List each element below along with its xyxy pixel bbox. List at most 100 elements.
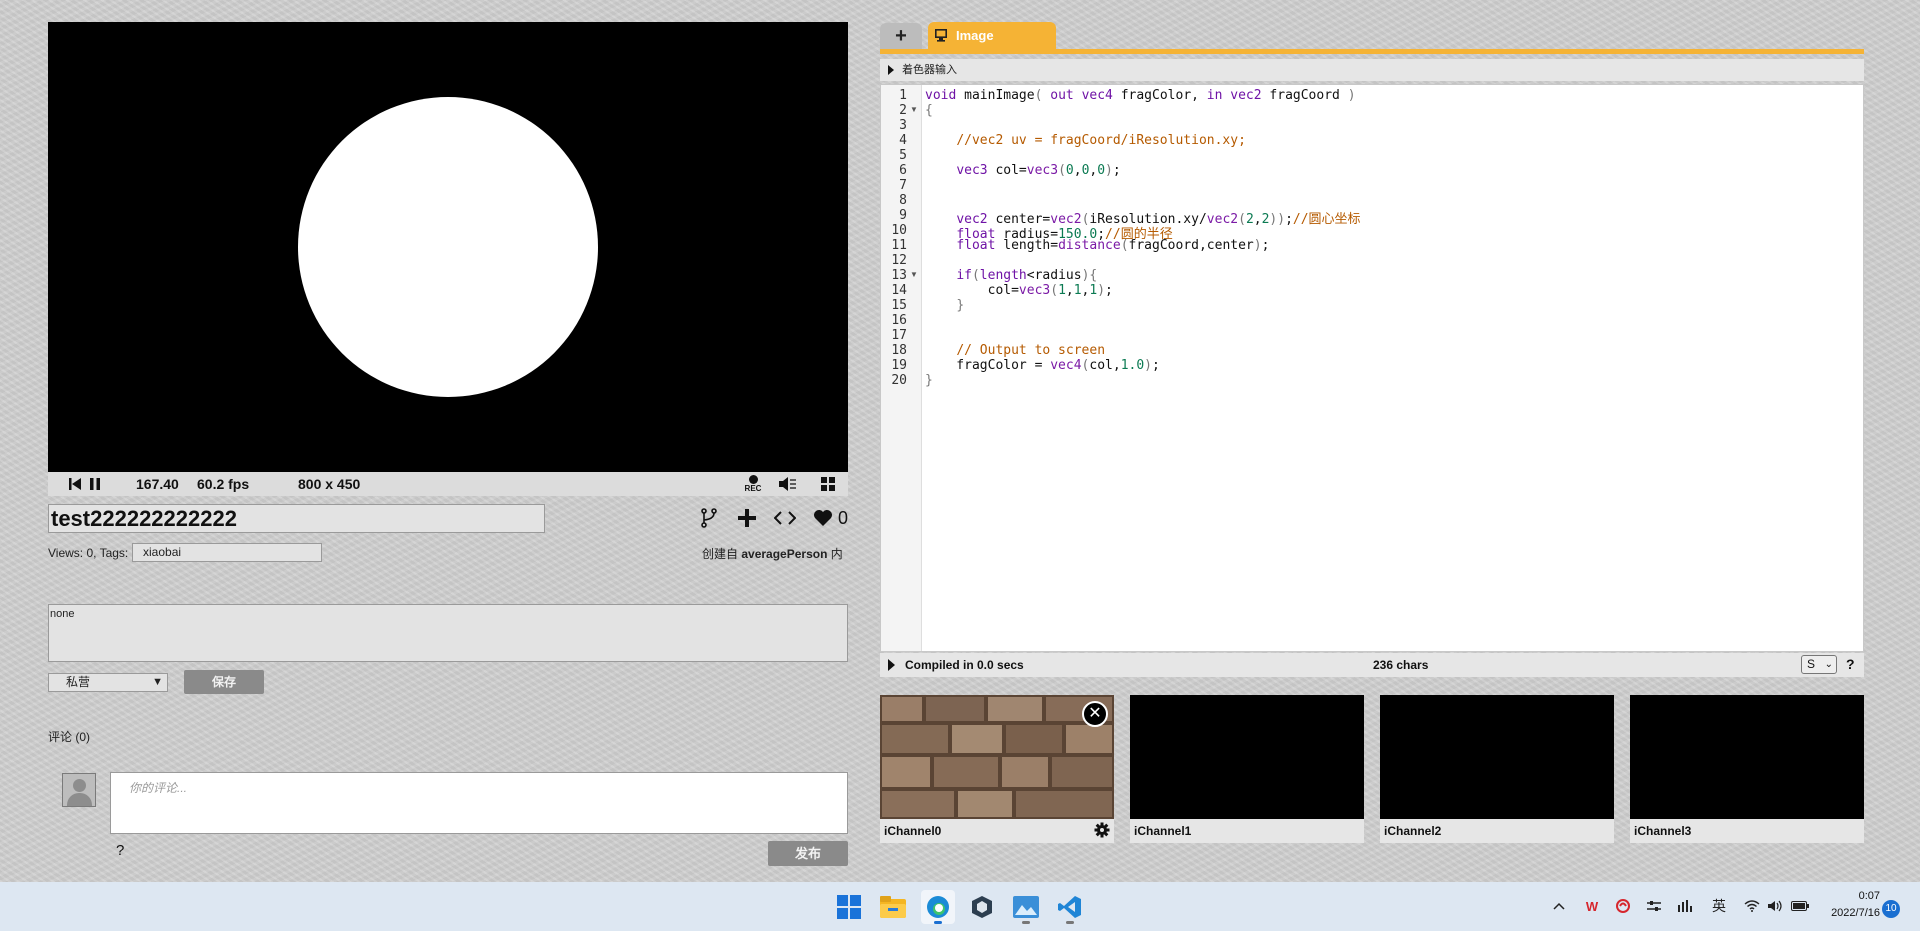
channel-slot-0[interactable]: ✕ iChannel0 xyxy=(880,695,1114,843)
line-number: 4 xyxy=(899,133,907,148)
created-suffix: 内 xyxy=(830,547,843,561)
code-line[interactable]: // Output to screen xyxy=(925,343,1105,358)
notification-badge[interactable]: 10 xyxy=(1882,900,1900,918)
tray-overflow-chevron-icon[interactable] xyxy=(1550,896,1568,916)
gear-icon[interactable] xyxy=(1094,822,1110,838)
line-number: 13 xyxy=(891,268,907,283)
description-textarea[interactable]: none xyxy=(48,604,848,662)
line-number: 19 xyxy=(891,358,907,373)
add-icon[interactable] xyxy=(736,505,758,531)
clock-date[interactable]: 2022/7/16 xyxy=(1808,907,1880,919)
tray-settings-icon[interactable] xyxy=(1644,896,1664,916)
editor-help-link[interactable]: ? xyxy=(1846,656,1855,672)
record-label: REC xyxy=(744,484,762,493)
fold-arrow-icon[interactable]: ▼ xyxy=(910,270,918,279)
battery-icon[interactable] xyxy=(1790,896,1810,916)
tray-app-red-icon[interactable] xyxy=(1613,896,1633,916)
privacy-select[interactable]: 私营 ▼ xyxy=(48,673,168,692)
line-number: 18 xyxy=(891,343,907,358)
running-indicator xyxy=(1066,921,1074,924)
windows-start-icon[interactable] xyxy=(832,890,866,924)
channel-preview[interactable] xyxy=(1130,695,1364,819)
code-line[interactable]: float length=distance(fragCoord,center); xyxy=(925,238,1269,253)
tray-bars-icon[interactable] xyxy=(1675,896,1695,916)
comment-input[interactable]: 你的评论... xyxy=(110,772,848,834)
channel-slot-2[interactable]: iChannel2 xyxy=(1380,695,1614,843)
rewind-icon[interactable] xyxy=(68,475,82,493)
expand-triangle-icon xyxy=(888,65,894,75)
tab-image[interactable]: Image xyxy=(928,22,1056,50)
privacy-value: 私营 xyxy=(66,675,91,689)
cube-app-icon[interactable] xyxy=(965,890,999,924)
code-line[interactable]: //vec2 uv = fragCoord/iResolution.xy; xyxy=(925,133,1246,148)
compile-status-bar: Compiled in 0.0 secs 236 chars S ⌄ ? xyxy=(880,653,1864,677)
shader-viewport[interactable] xyxy=(48,22,848,472)
line-number: 7 xyxy=(899,178,907,193)
play-triangle-icon[interactable] xyxy=(888,659,895,671)
created-by: 创建自 averagePerson 内 xyxy=(702,545,843,562)
shader-inputs-toggle[interactable]: 着色器输入 xyxy=(880,59,1864,81)
code-line[interactable]: vec3 col=vec3(0,0,0); xyxy=(925,163,1120,178)
file-explorer-icon[interactable] xyxy=(876,890,910,924)
shader-title-input[interactable]: test222222222222 xyxy=(48,504,545,533)
channel-slot-3[interactable]: iChannel3 xyxy=(1630,695,1864,843)
save-button[interactable]: 保存 xyxy=(184,670,264,694)
like-heart-icon[interactable] xyxy=(812,505,834,531)
author-link[interactable]: averagePerson xyxy=(741,547,827,561)
windows-taskbar: W 英 0:07 2022/7/16 10 xyxy=(0,882,1920,931)
channel-preview[interactable] xyxy=(1630,695,1864,819)
photos-icon[interactable] xyxy=(1009,890,1043,924)
line-number: 20 xyxy=(891,373,907,388)
embed-code-icon[interactable] xyxy=(772,505,798,531)
publish-button[interactable]: 发布 xyxy=(768,841,848,866)
wps-office-icon[interactable]: W xyxy=(1582,896,1602,916)
volume-icon[interactable] xyxy=(1766,896,1786,916)
line-number: 2 xyxy=(899,103,907,118)
time-readout: 167.40 xyxy=(136,476,179,492)
pause-icon[interactable] xyxy=(88,475,102,493)
line-number: 3 xyxy=(899,118,907,133)
channel-preview[interactable] xyxy=(1380,695,1614,819)
line-number: 9 xyxy=(899,208,907,223)
ime-language-indicator[interactable]: 英 xyxy=(1708,896,1730,916)
fullscreen-icon[interactable] xyxy=(820,475,836,493)
mode-select[interactable]: S ⌄ xyxy=(1801,655,1837,674)
code-line[interactable]: fragColor = vec4(col,1.0); xyxy=(925,358,1160,373)
code-line[interactable]: } xyxy=(925,298,964,313)
edge-browser-icon[interactable] xyxy=(921,890,955,924)
channel-slot-1[interactable]: iChannel1 xyxy=(1130,695,1364,843)
code-line[interactable]: } xyxy=(925,373,933,388)
line-number: 10 xyxy=(891,223,907,238)
volume-mute-icon[interactable] xyxy=(779,475,797,493)
wifi-icon[interactable] xyxy=(1742,896,1762,916)
code-line[interactable]: { xyxy=(925,103,933,118)
line-number: 15 xyxy=(891,298,907,313)
record-icon xyxy=(748,475,758,484)
code-line[interactable]: void mainImage( out vec4 fragColor, in v… xyxy=(925,88,1356,103)
clock-time[interactable]: 0:07 xyxy=(1808,890,1880,902)
char-count: 236 chars xyxy=(1373,658,1429,672)
player-controls-bar: 167.40 60.2 fps 800 x 450 REC xyxy=(48,472,848,496)
add-tab-button[interactable]: + xyxy=(880,23,922,49)
code-line[interactable]: if(length<radius){ xyxy=(925,268,1097,283)
created-prefix: 创建自 xyxy=(702,547,739,561)
comment-help-link[interactable]: ? xyxy=(116,842,124,859)
channel-label: iChannel3 xyxy=(1630,819,1864,843)
tab-underline xyxy=(880,49,1864,54)
chevron-down-icon: ⌄ xyxy=(1824,659,1833,670)
fork-icon[interactable] xyxy=(699,505,719,531)
resolution-readout: 800 x 450 xyxy=(298,476,361,492)
code-editor[interactable]: 1 2 3 4 5 6 7 8 9 10 11 12 13 14 15 16 1… xyxy=(880,84,1864,652)
fold-arrow-icon[interactable]: ▼ xyxy=(910,105,918,114)
line-number: 17 xyxy=(891,328,907,343)
remove-channel-close-icon[interactable]: ✕ xyxy=(1082,701,1108,727)
fps-readout: 60.2 fps xyxy=(197,476,250,492)
mode-value: S xyxy=(1807,657,1816,671)
stone-wall-texture xyxy=(880,695,1114,819)
channel-preview[interactable]: ✕ xyxy=(880,695,1114,819)
code-line[interactable]: col=vec3(1,1,1); xyxy=(925,283,1113,298)
tags-input[interactable]: xiaobai xyxy=(132,543,322,562)
line-number: 1 xyxy=(899,88,907,103)
vscode-icon[interactable] xyxy=(1053,890,1087,924)
record-button[interactable]: REC xyxy=(742,475,764,493)
